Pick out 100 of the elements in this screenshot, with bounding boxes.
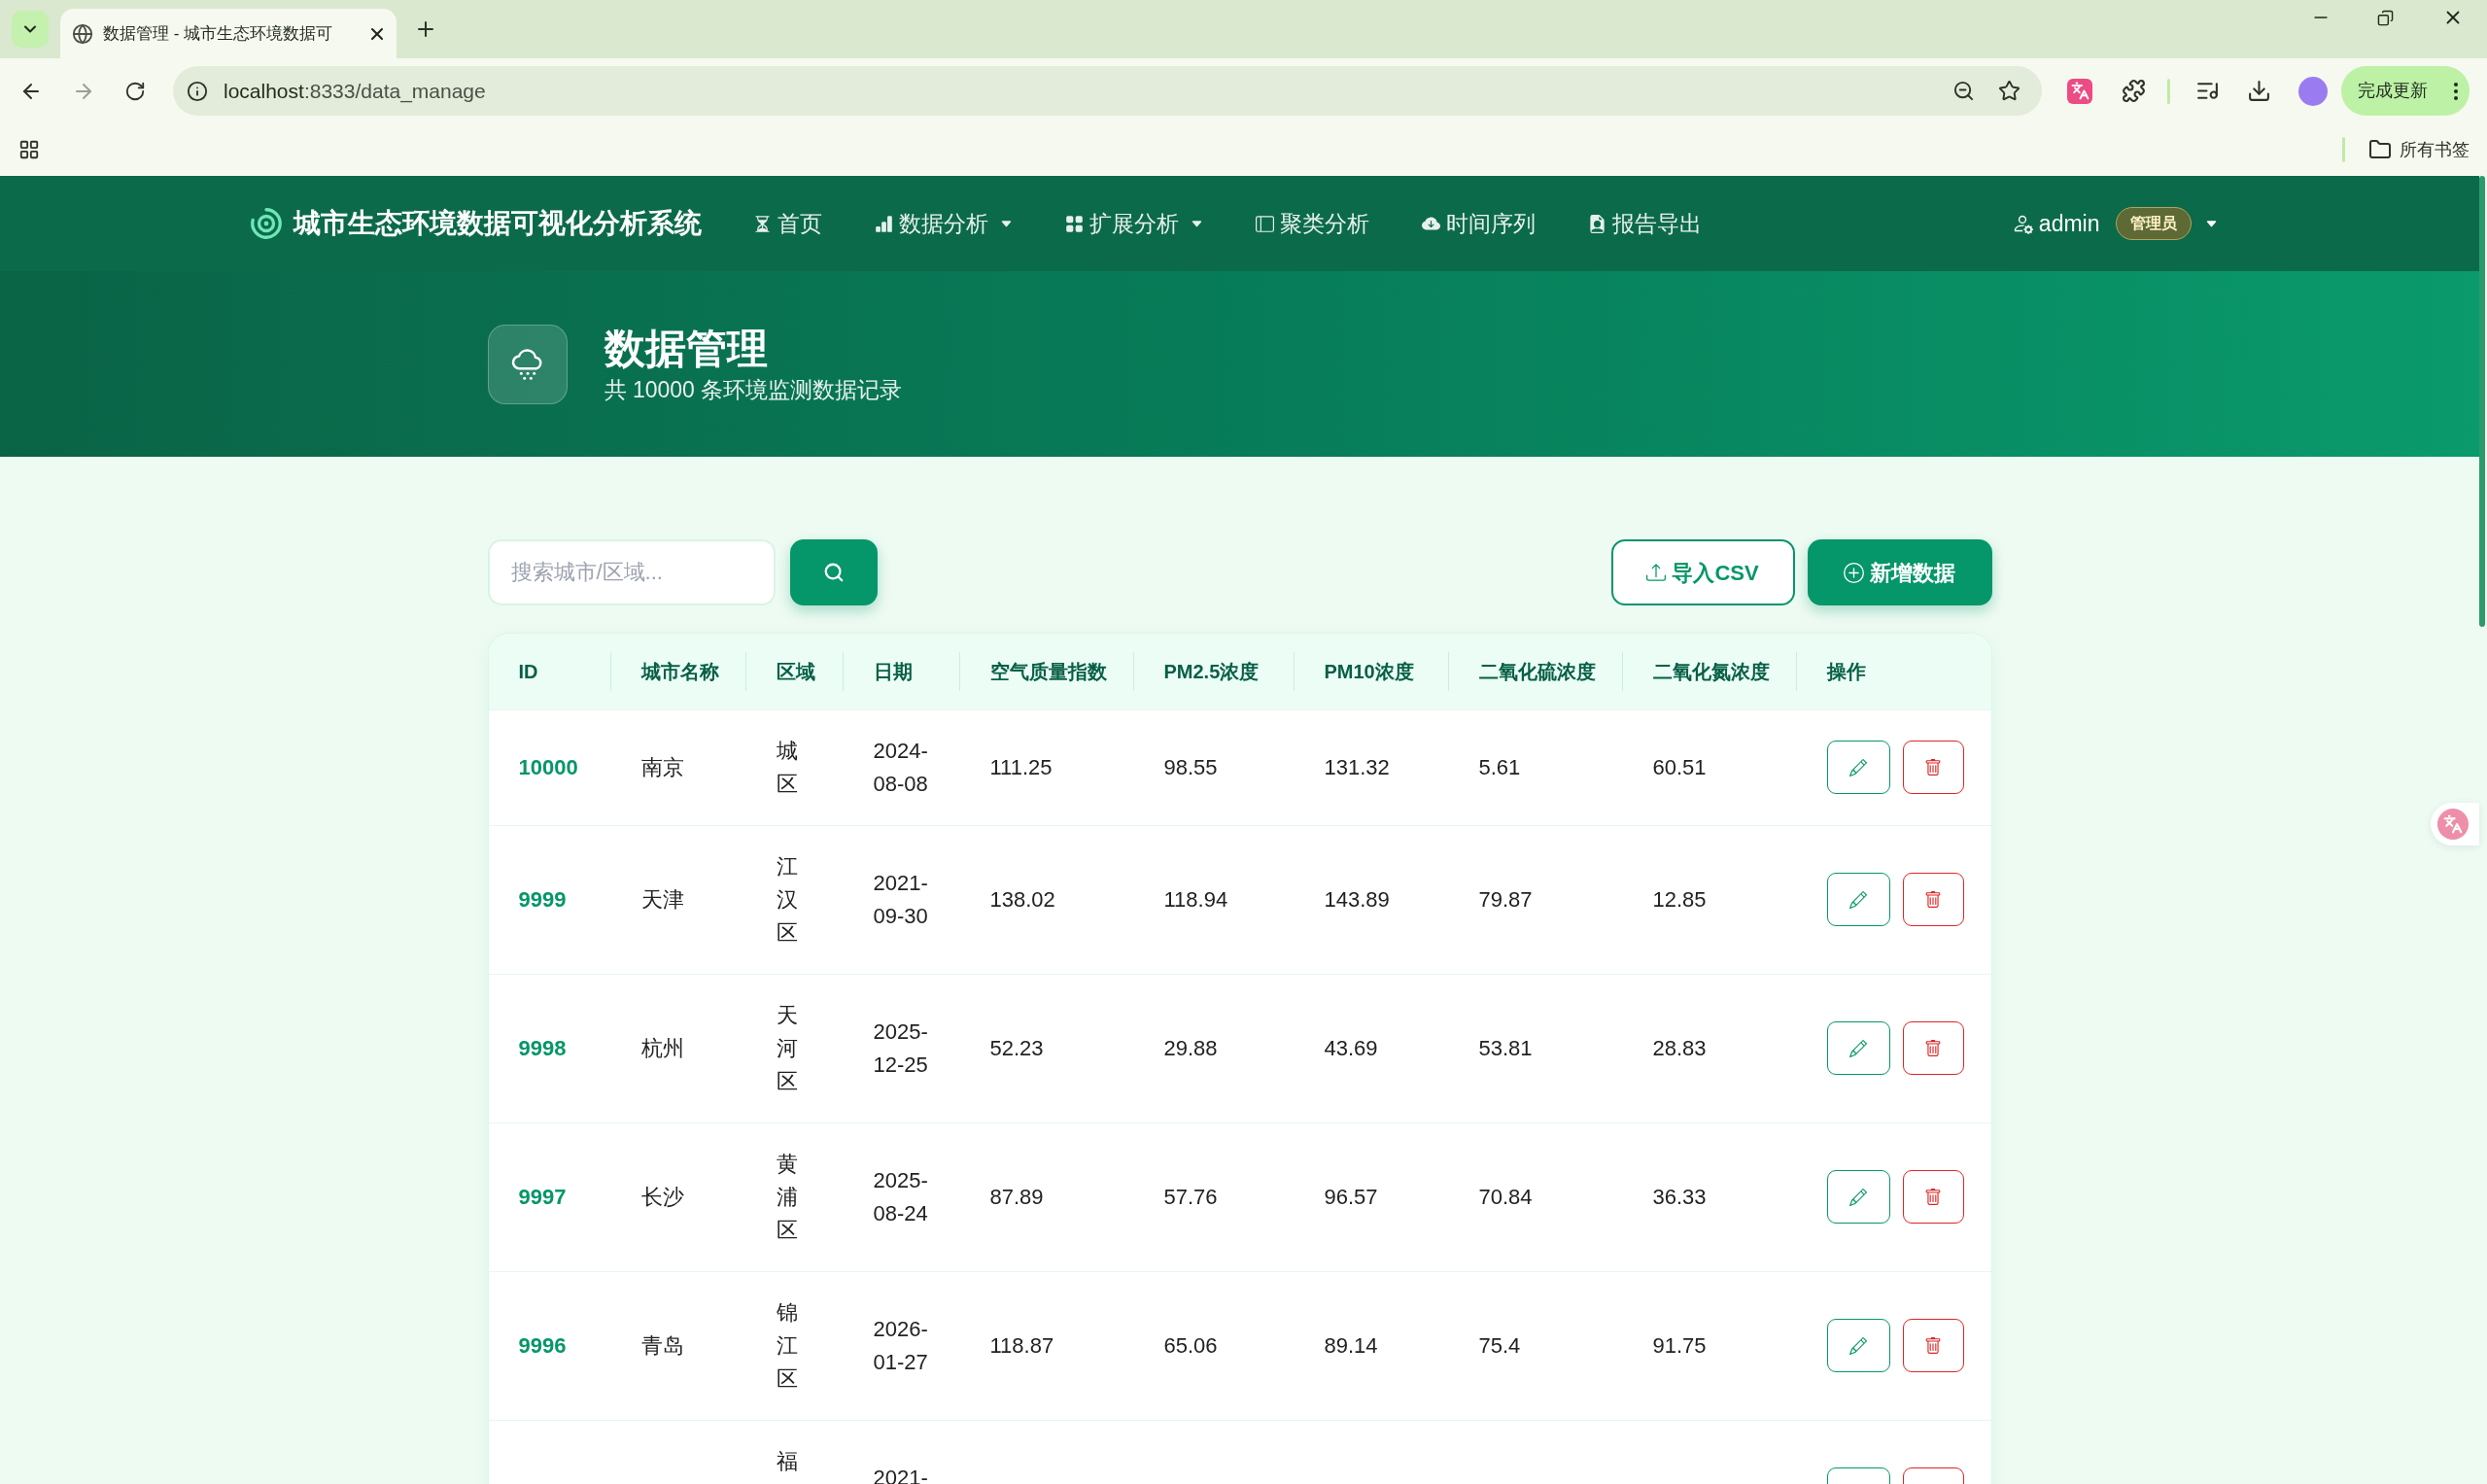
district-name: 锦江区 (776, 1298, 798, 1393)
edit-button[interactable] (1826, 741, 1890, 794)
nav-link[interactable]: 数据分析 (847, 206, 1039, 241)
restore-icon[interactable] (2377, 9, 2394, 26)
nav-link[interactable]: 扩展分析 (1038, 206, 1229, 241)
aqi-value: 118.87 (989, 1332, 1054, 1358)
edit-button[interactable] (1826, 1021, 1890, 1075)
globe-icon (72, 22, 93, 45)
no2-value: 12.85 (1652, 886, 1707, 912)
delete-button[interactable] (1902, 1021, 1964, 1075)
pm25-value: 29.88 (1163, 1035, 1218, 1060)
city-name: 天津 (640, 886, 684, 912)
column-header: 二氧化硫浓度 (1448, 634, 1623, 709)
zoom-out-icon[interactable] (1952, 80, 1975, 102)
column-header: 操作 (1796, 634, 1991, 709)
apps-icon[interactable] (18, 139, 40, 160)
city-name: 杭州 (640, 1035, 684, 1060)
so2-value: 53.81 (1478, 1035, 1533, 1060)
sidebar-layout-icon (1255, 214, 1274, 233)
record-date: 2021- (873, 1464, 929, 1484)
bookmark-star-icon[interactable] (1998, 80, 2021, 102)
record-id: 9997 (518, 1184, 567, 1209)
translate-icon[interactable] (2067, 78, 2092, 104)
folder-icon (2368, 138, 2392, 161)
column-header: 区域 (745, 634, 844, 709)
tab-search-button[interactable] (12, 11, 49, 48)
pencil-icon (1849, 1188, 1867, 1206)
district-name: 福 (776, 1447, 798, 1475)
delete-button[interactable] (1902, 1170, 1964, 1224)
download-icon[interactable] (2247, 79, 2271, 103)
search-icon (822, 562, 845, 583)
city-name: 长沙 (640, 1184, 684, 1209)
browser-tab[interactable]: 数据管理 - 城市生态环境数据可 (60, 9, 397, 58)
edit-button[interactable] (1826, 873, 1890, 926)
page-subtitle: 共 10000 条环境监测数据记录 (604, 375, 903, 404)
import-csv-button[interactable]: 导入CSV (1610, 539, 1795, 605)
record-date: 2025-12-25 (873, 1018, 929, 1079)
column-header: ID (488, 634, 611, 709)
delete-button[interactable] (1902, 741, 1964, 794)
edit-button[interactable] (1826, 1170, 1890, 1224)
column-header: PM2.5浓度 (1133, 634, 1295, 709)
bar-chart-icon (874, 214, 893, 233)
aqi-value: 52.23 (989, 1035, 1044, 1060)
so2-value: 75.4 (1478, 1332, 1521, 1358)
no2-value: 60.51 (1652, 754, 1707, 779)
record-date: 2021-09-30 (873, 869, 929, 930)
pencil-icon (1849, 758, 1867, 777)
so2-value: 70.84 (1478, 1184, 1533, 1209)
more-icon (2454, 82, 2458, 100)
trash-icon (1924, 1039, 1942, 1057)
bookmarks-folder[interactable]: 所有书签 (2368, 136, 2470, 163)
hourglass-icon (752, 214, 772, 233)
column-header: 二氧化氮浓度 (1622, 634, 1797, 709)
so2-value: 5.61 (1478, 754, 1521, 779)
delete-button[interactable] (1902, 1319, 1964, 1372)
record-date: 2025-08-24 (873, 1166, 929, 1227)
trash-icon (1924, 890, 1942, 909)
column-header: 空气质量指数 (959, 634, 1134, 709)
nav-link[interactable]: 时间序列 (1395, 206, 1562, 241)
city-name: 南京 (640, 754, 684, 779)
aqi-value: 111.25 (989, 754, 1053, 779)
brand-link[interactable]: 城市生态环境数据可视化分析系统 (248, 203, 702, 244)
scrollbar-thumb[interactable] (2479, 176, 2485, 627)
address-bar[interactable]: localhost:8333/data_manage (173, 66, 2042, 116)
nav-link[interactable]: 聚类分析 (1228, 206, 1396, 241)
nav-link[interactable]: 报告导出 (1561, 206, 1728, 241)
search-field[interactable]: 搜索城市/区域... (487, 539, 776, 605)
update-button[interactable]: 完成更新 (2341, 66, 2470, 116)
pm25-value: 57.76 (1163, 1184, 1218, 1209)
search-button[interactable] (789, 539, 878, 605)
district-name: 江汉区 (776, 852, 798, 947)
translate-icon (2437, 809, 2469, 840)
delete-button[interactable] (1902, 873, 1964, 926)
reload-icon[interactable] (124, 80, 146, 102)
trash-icon (1924, 1336, 1942, 1355)
trash-icon (1924, 758, 1942, 777)
add-data-button[interactable]: 新增数据 (1807, 539, 1992, 605)
no2-value: 36.33 (1652, 1184, 1707, 1209)
no2-value: 91.75 (1652, 1332, 1707, 1358)
pm10-value: 89.14 (1324, 1332, 1378, 1358)
aqi-value: 87.89 (989, 1184, 1044, 1209)
pencil-icon (1849, 1039, 1867, 1057)
column-header: 日期 (843, 634, 960, 709)
grid-icon (1064, 214, 1084, 233)
column-header: 城市名称 (610, 634, 746, 709)
page-title: 数据管理 (604, 324, 769, 373)
user-menu[interactable]: admin 管理员 (2011, 206, 2218, 241)
site-info-icon[interactable] (187, 80, 208, 102)
avatar-icon[interactable] (2298, 76, 2328, 106)
record-id: 9998 (518, 1035, 567, 1060)
pencil-icon (1849, 1336, 1867, 1355)
record-id: 9996 (518, 1332, 567, 1358)
no2-value: 28.83 (1652, 1035, 1707, 1060)
cloud-icon (487, 324, 568, 404)
extensions-icon[interactable] (2122, 79, 2146, 103)
edit-button[interactable] (1826, 1319, 1890, 1372)
pm25-value: 98.55 (1163, 754, 1218, 779)
pm25-value: 65.06 (1163, 1332, 1218, 1358)
nav-link[interactable]: 首页 (726, 206, 848, 241)
url-text: localhost:8333/data_manage (224, 78, 486, 105)
